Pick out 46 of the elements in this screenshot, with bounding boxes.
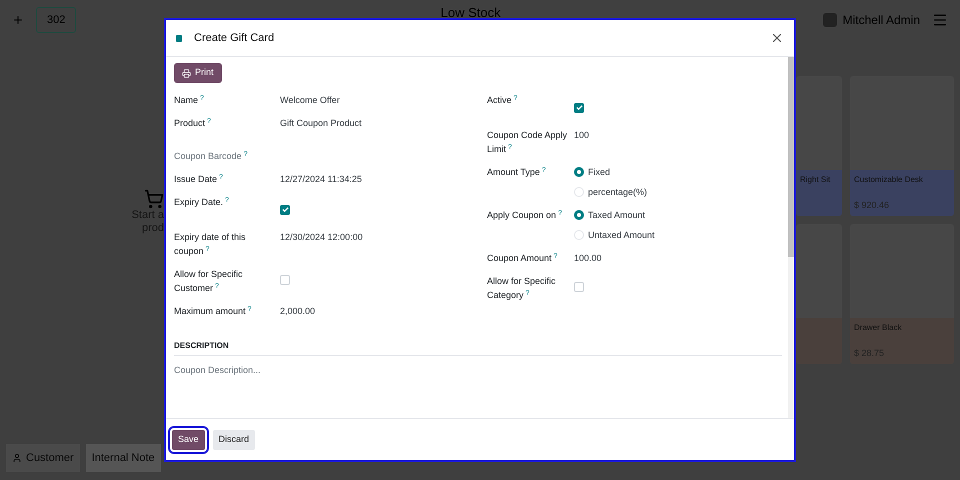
field-value[interactable]: 12/30/2024 12:00:00: [280, 230, 363, 258]
cart-icon: [144, 188, 164, 209]
section-heading: DESCRIPTION: [174, 340, 782, 356]
radio-option[interactable]: percentage(%): [574, 185, 648, 199]
field-label: Coupon Amount $^{?}$: [487, 252, 558, 265]
field-label: Coupon Barcode $^{?}$: [174, 150, 248, 163]
field-label: Product $^{?}$: [174, 116, 212, 130]
product-price: $ 920.46: [854, 198, 890, 212]
field-value[interactable]: Gift Coupon Product: [280, 116, 362, 130]
menu-icon[interactable]: [932, 12, 948, 28]
field-value[interactable]: 100: [574, 128, 590, 156]
field-label: Maximum amount $^{?}$: [174, 304, 252, 318]
radio-option[interactable]: Untaxed Amount: [574, 228, 655, 242]
field-label: Expiry date of this coupon $^{?}$: [174, 231, 247, 258]
field-label: Allow for Specific Customer $^{?}$: [174, 268, 244, 295]
add-icon[interactable]: [12, 14, 24, 26]
save-button[interactable]: Save: [172, 430, 205, 450]
radio-option[interactable]: Fixed: [574, 165, 648, 179]
printer-icon: [182, 68, 191, 78]
field-label: Amount Type $^{?}$: [487, 166, 547, 179]
field-label: Active $^{?}$: [487, 94, 518, 107]
field-label: Coupon Code Apply Limit $^{?}$: [487, 129, 568, 156]
print-button[interactable]: Print: [174, 63, 222, 83]
dialog-title: Create Gift Card: [194, 30, 274, 46]
field-value[interactable]: 2,000.00: [280, 304, 316, 318]
field-value[interactable]: 12/27/2024 11:34:25: [280, 172, 362, 186]
avatar-icon: [822, 13, 837, 27]
checkbox[interactable]: [280, 204, 290, 214]
field-label: Issue Date $^{?}$: [174, 172, 224, 186]
scrollbar[interactable]: [788, 57, 794, 418]
checkbox[interactable]: [574, 102, 584, 112]
field-value[interactable]: Welcome Offer: [280, 93, 340, 107]
field-label: Name $^{?}$: [174, 94, 205, 107]
field-label: Allow for Specific Category $^{?}$: [487, 275, 557, 302]
description-field[interactable]: Coupon Description...: [174, 364, 782, 404]
product-name: Customizable Desk: [854, 174, 924, 186]
discard-button[interactable]: Discard: [212, 430, 256, 450]
product-card[interactable]: [796, 224, 842, 364]
field-value[interactable]: 100.00: [574, 251, 602, 265]
product-name: Right Sit: [800, 174, 832, 186]
close-button[interactable]: [770, 31, 784, 45]
product-name: Drawer Black: [854, 322, 903, 334]
field-label: Apply Coupon on $^{?}$: [487, 208, 563, 222]
radio-option[interactable]: Taxed Amount: [574, 208, 655, 222]
person-icon: [12, 452, 22, 463]
field-label: Expiry Date. $^{?}$: [174, 196, 230, 209]
